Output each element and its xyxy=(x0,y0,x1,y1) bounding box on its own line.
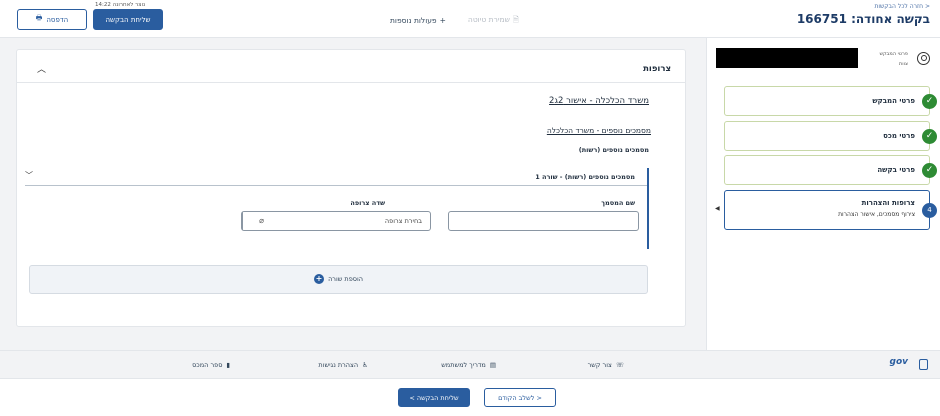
previous-step-button[interactable]: < לשלב הקודם xyxy=(484,388,556,407)
phone-icon: ☏ xyxy=(615,361,624,369)
subsubsection-title: מסמכים נוספים (רשות) xyxy=(578,146,649,154)
subsection-title: מסמכים נוספים - משרד הכלכלה xyxy=(546,126,651,135)
footer-user-guide-link[interactable]: ▤ מדריך למשתמש xyxy=(441,361,496,369)
attachments-card: צרופות ︿ משרד הכלכלה - אישור 2ג2 מסמכים … xyxy=(16,49,686,327)
step-label: צרופות והצהרות xyxy=(861,199,915,207)
step-request-details[interactable]: ✓ פרטי בקשה xyxy=(724,155,937,185)
attachment-field-label: שדה צרופה xyxy=(350,199,385,207)
gov-logo[interactable]: gov xyxy=(890,357,909,367)
check-icon: ✓ xyxy=(922,94,937,109)
check-icon: ✓ xyxy=(922,129,937,144)
footer-accessibility-link[interactable]: ♿ הצהרת נגישות xyxy=(318,361,368,369)
chevron-up-icon[interactable]: ︿ xyxy=(37,62,46,75)
state-emblem-icon xyxy=(919,359,928,370)
section-title: משרד הכלכלה - אישור 2ג2 xyxy=(549,96,649,106)
save-draft-button[interactable]: 🗎שמירת טיוטה xyxy=(468,14,519,27)
header-title-area: < חזרה לכל הבקשות בקשה אחודה: 166751 xyxy=(797,3,930,26)
steps-sidebar: פרטי המבקש צוות ✓ פרטי המבקש ✓ פרטי מכס … xyxy=(706,38,940,350)
redacted-user-name xyxy=(716,48,858,68)
footer-user-guide-label: מדריך למשתמש xyxy=(441,361,486,369)
accessibility-icon: ♿ xyxy=(362,361,368,369)
document-name-label: שם המסמך xyxy=(601,199,635,207)
chevron-down-icon[interactable]: ﹀ xyxy=(25,170,33,181)
plus-icon: + xyxy=(439,16,446,25)
print-button[interactable]: הדפסה 🖶 xyxy=(17,9,87,30)
more-actions-label: פעולות נוספות xyxy=(390,16,437,25)
row-header[interactable]: מסמכים נוספים (רשות) - שורה 1 ﹀ xyxy=(25,168,647,186)
bottom-navigation: < לשלב הקודם שליחת הבקשה > xyxy=(0,378,940,416)
document-icon: 🗎 xyxy=(512,15,519,24)
more-actions-button[interactable]: +פעולות נוספות xyxy=(390,16,446,25)
document-name-input[interactable] xyxy=(448,211,639,231)
row-title: מסמכים נוספים (רשות) - שורה 1 xyxy=(535,173,635,181)
plus-circle-icon: + xyxy=(313,274,324,284)
add-row-content: הוספת שורה + xyxy=(30,274,647,284)
footer-customs-book-label: ספר המכס xyxy=(192,361,223,369)
footer-accessibility-label: הצהרת נגישות xyxy=(318,361,359,369)
add-row-button[interactable]: הוספת שורה + xyxy=(29,265,648,294)
attachment-field[interactable]: בחירת צרופה ⌀ xyxy=(241,211,431,231)
check-icon: ✓ xyxy=(922,163,937,178)
step-sublabel: צירוף מסמכים, אישור הצהרות xyxy=(838,211,915,218)
book-icon: ▤ xyxy=(489,361,496,369)
last-saved-note: נוצר לאחרונה 14:22 xyxy=(95,2,146,8)
step-number-badge: 4 xyxy=(922,203,937,218)
footer-contact-label: צור קשר xyxy=(587,361,612,369)
step-attachments-declarations[interactable]: 4 צרופות והצהרות צירוף מסמכים, אישור הצה… xyxy=(715,190,937,230)
step-label: פרטי המבקש xyxy=(872,97,915,105)
page-title: בקשה אחודה: 166751 xyxy=(796,12,930,26)
app-header: < חזרה לכל הבקשות בקשה אחודה: 166751 🗎שמ… xyxy=(0,0,940,38)
footer-contact-link[interactable]: ☏ צור קשר xyxy=(588,361,624,369)
attachment-placeholder: בחירת צרופה xyxy=(384,217,422,225)
print-icon: 🖶 xyxy=(35,14,43,22)
save-draft-label: שמירת טיוטה xyxy=(467,15,510,24)
card-title: צרופות xyxy=(643,64,671,74)
step-customs-details[interactable]: ✓ פרטי מכס xyxy=(724,121,937,151)
book-icon: ▮ xyxy=(226,361,230,369)
user-label: פרטי המבקש צוות xyxy=(879,49,908,69)
step-label: פרטי מכס xyxy=(883,132,915,140)
user-label-line1: פרטי המבקש xyxy=(879,51,908,57)
footer-customs-book-link[interactable]: ▮ ספר המכס xyxy=(192,361,230,369)
user-label-line2: צוות xyxy=(899,61,908,67)
paperclip-icon[interactable]: ⌀ xyxy=(242,212,280,230)
user-row: פרטי המבקש צוות xyxy=(712,46,930,72)
add-row-label: הוספת שורה xyxy=(328,275,363,283)
send-request-label: שליחת הבקשה xyxy=(105,15,151,24)
card-header[interactable]: צרופות ︿ xyxy=(17,50,685,83)
step-label: פרטי בקשה xyxy=(877,166,915,174)
send-request-button-bottom[interactable]: שליחת הבקשה > xyxy=(398,388,470,407)
send-request-button-top[interactable]: שליחת הבקשה xyxy=(93,9,163,30)
footer-bar: gov ☏ צור קשר ▤ מדריך למשתמש ♿ הצהרת נגישות… xyxy=(0,350,940,378)
step-applicant-details[interactable]: ✓ פרטי המבקש xyxy=(724,86,937,116)
attachment-row-1: מסמכים נוספים (רשות) - שורה 1 ﹀ שם המסמך… xyxy=(25,168,649,249)
user-icon xyxy=(917,52,930,65)
caret-left-icon: ◀ xyxy=(715,205,720,212)
print-label: הדפסה xyxy=(46,15,69,24)
header-actions: 🗎שמירת טיוטה +פעולות נוספות xyxy=(390,14,519,27)
back-to-requests-link[interactable]: < חזרה לכל הבקשות xyxy=(797,3,930,10)
